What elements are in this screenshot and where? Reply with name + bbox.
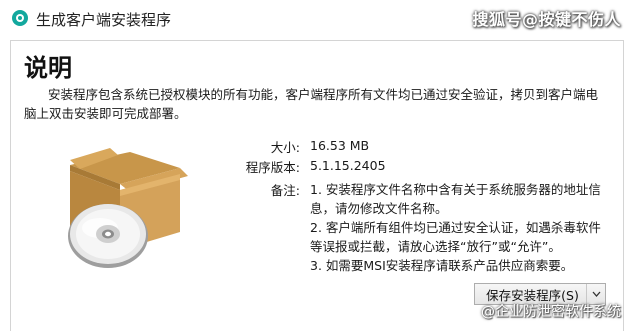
notes-list: 1. 安装程序文件名称中含有关于系统服务器的地址信息，请勿修改文件名称。 2. … [310,180,610,275]
watermark-bottom: @企业防泄密软件系统 [481,304,621,320]
window-title: 生成客户端安装程序 [36,11,172,29]
version-value: 5.1.15.2405 [310,158,386,173]
notes-label: 备注: [270,183,300,198]
note-item: 1. 安装程序文件名称中含有关于系统服务器的地址信息，请勿修改文件名称。 [310,182,601,216]
note-item: 3. 如需要MSI安装程序请联系产品供应商索要。 [310,258,574,273]
app-logo-icon [12,10,28,26]
title-bar: 生成客户端安装程序 搜狐号@按键不伤人 [0,0,635,36]
description-text: 安装程序包含系统已授权模块的所有功能，客户端程序所有文件均已通过安全验证，拷贝到… [24,87,599,121]
version-label: 程序版本: [245,160,300,175]
size-label: 大小: [270,140,300,155]
size-value: 16.53 MB [310,138,370,153]
watermark-top: 搜狐号@按键不伤人 [472,10,621,29]
note-item: 2. 客户端所有组件均已通过安全认证，如遇杀毒软件等误报或拦截，请放心选择“放行… [310,220,601,254]
page-heading: 说明 [24,54,72,82]
